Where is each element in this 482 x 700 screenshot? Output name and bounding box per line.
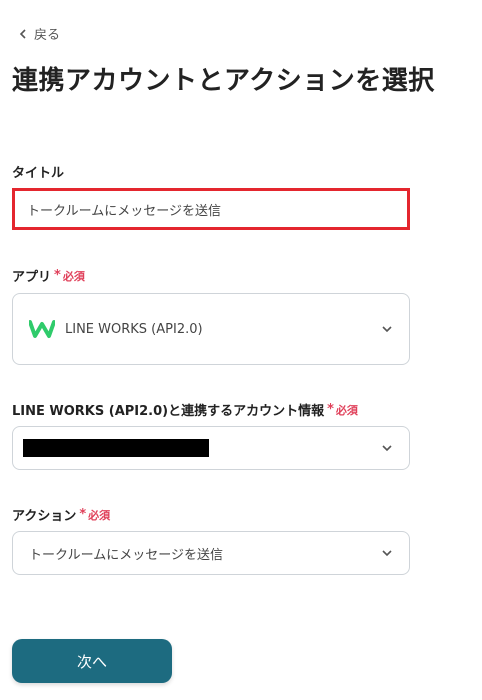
- asterisk-icon: *: [327, 402, 334, 417]
- title-label-text: タイトル: [12, 166, 65, 181]
- asterisk-icon: *: [79, 507, 87, 522]
- app-label-text: アプリ: [12, 270, 52, 285]
- chevron-down-icon: [382, 550, 392, 557]
- action-label-text: アクション: [12, 509, 77, 524]
- action-select-value: トークルームにメッセージを送信: [29, 547, 223, 563]
- app-field-label: アプリ * 必須: [12, 266, 85, 285]
- required-badge: * 必須: [54, 268, 85, 283]
- redacted-account-value: [23, 439, 209, 457]
- next-button[interactable]: 次へ: [12, 639, 172, 683]
- action-select[interactable]: トークルームにメッセージを送信: [12, 531, 410, 575]
- chevron-down-icon: [382, 326, 392, 333]
- title-field-label: タイトル: [12, 162, 64, 181]
- back-link[interactable]: 戻る: [18, 24, 60, 43]
- page-title: 連携アカウントとアクションを選択: [12, 66, 435, 96]
- chevron-down-icon: [382, 445, 392, 452]
- required-badge: * 必須: [79, 507, 111, 522]
- back-label: 戻る: [34, 28, 61, 43]
- account-label-text: LINE WORKS (API2.0)と連携するアカウント情報: [12, 404, 325, 419]
- title-input[interactable]: [12, 188, 410, 230]
- line-works-logo-icon: [29, 319, 55, 339]
- app-select-value: LINE WORKS (API2.0): [65, 321, 203, 337]
- asterisk-icon: *: [54, 268, 61, 283]
- required-badge: * 必須: [327, 402, 358, 417]
- chevron-left-icon: [19, 28, 26, 39]
- app-select[interactable]: LINE WORKS (API2.0): [12, 293, 410, 365]
- account-select[interactable]: [12, 426, 410, 470]
- action-field-label: アクション * 必須: [12, 505, 110, 524]
- account-field-label: LINE WORKS (API2.0)と連携するアカウント情報 * 必須: [12, 400, 358, 419]
